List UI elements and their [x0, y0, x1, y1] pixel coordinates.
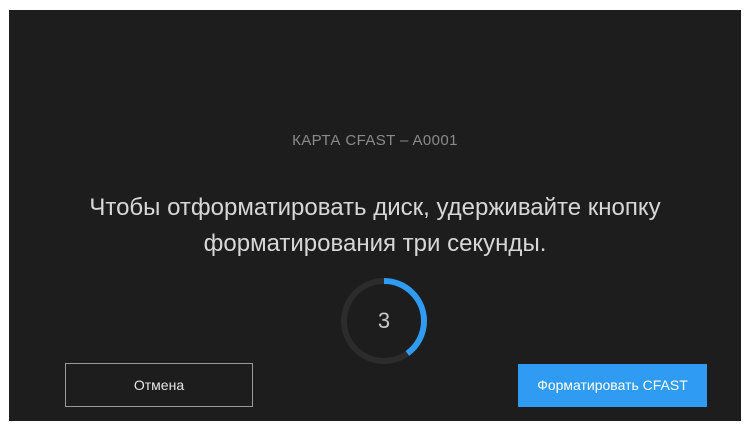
card-label: КАРТА CFAST – A0001 — [292, 132, 458, 149]
message-line-1: Чтобы отформатировать диск, удерживайте … — [89, 194, 661, 221]
countdown-value: 3 — [377, 308, 391, 333]
format-dialog-screen: КАРТА CFAST – A0001 Чтобы отформатироват… — [9, 10, 741, 421]
cancel-button[interactable]: Отмена — [65, 363, 253, 407]
countdown-timer: 3 — [339, 276, 429, 366]
message-line-2: форматирования три секунды. — [203, 230, 547, 257]
format-cfast-button[interactable]: Форматировать CFAST — [518, 364, 707, 407]
format-instruction-message: Чтобы отформатировать диск, удерживайте … — [9, 190, 741, 262]
